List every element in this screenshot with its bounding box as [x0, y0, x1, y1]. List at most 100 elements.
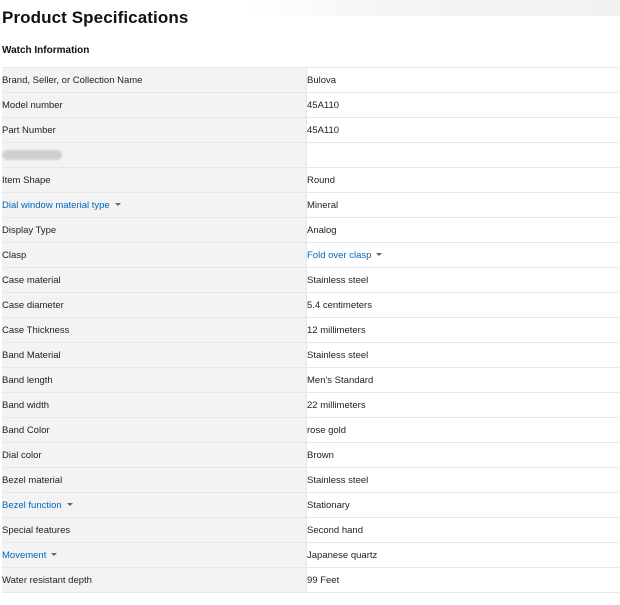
spec-label-cell: Band Material — [2, 342, 307, 368]
spec-value: Men's Standard — [307, 374, 374, 386]
spec-value: 5.4 centimeters — [307, 299, 372, 311]
spec-label-cell: Case Thickness — [2, 317, 307, 343]
spec-label: Case Thickness — [2, 324, 70, 336]
spec-label-cell — [2, 142, 307, 168]
top-gradient-strip — [250, 0, 620, 16]
spec-label-cell: Display Type — [2, 217, 307, 243]
spec-value: 45A110 — [307, 124, 340, 136]
spec-label: Dial color — [2, 449, 42, 461]
spec-label-cell: Dial window material type — [2, 192, 307, 218]
spec-value: Stationary — [307, 499, 350, 511]
spec-value-cell: 12 millimeters — [306, 317, 619, 343]
spec-label-cell: Band width — [2, 392, 307, 418]
spec-value: Second hand — [307, 524, 363, 536]
spec-value-cell: 5.4 centimeters — [306, 292, 619, 318]
spec-value-cell: Stainless steel — [306, 342, 619, 368]
spec-label-cell: Item Shape — [2, 167, 307, 193]
spec-label: Band Material — [2, 349, 61, 361]
spec-row: Part Number 45A110 — [2, 117, 619, 143]
spec-label: Case diameter — [2, 299, 64, 311]
spec-label-cell: Clasp — [2, 242, 307, 268]
spec-label-link[interactable]: Dial window material type — [2, 200, 110, 211]
spec-row: Item Shape Round — [2, 167, 619, 193]
spec-value-cell: Bulova — [306, 67, 619, 93]
spec-value-link[interactable]: Fold over clasp — [307, 250, 371, 261]
spec-value-cell: Men's Standard — [306, 367, 619, 393]
spec-label-link[interactable]: Bezel function — [2, 500, 62, 511]
spec-row: Band length Men's Standard — [2, 367, 619, 393]
spec-label: Band Color — [2, 424, 50, 436]
spec-label-cell: Band Color — [2, 417, 307, 443]
spec-value-cell: Analog — [306, 217, 619, 243]
spec-label: Part Number — [2, 124, 56, 136]
spec-label-cell: Case material — [2, 267, 307, 293]
spec-value: Analog — [307, 224, 337, 236]
spec-value-cell: Second hand — [306, 517, 619, 543]
redacted-label — [2, 149, 62, 160]
specs-table: Brand, Seller, or Collection Name Bulova M… — [2, 67, 619, 593]
spec-label-cell: Dial color — [2, 442, 307, 468]
caret-down-icon[interactable] — [114, 203, 121, 207]
spec-label-cell: Part Number — [2, 117, 307, 143]
spec-label-cell: Brand, Seller, or Collection Name — [2, 67, 307, 93]
caret-down-icon[interactable] — [376, 253, 383, 257]
spec-row: Dial color Brown — [2, 442, 619, 468]
spec-label: Model number — [2, 99, 63, 111]
spec-row: Bezel function Stationary — [2, 492, 619, 518]
spec-row: Display Type Analog — [2, 217, 619, 243]
spec-value: 12 millimeters — [307, 324, 366, 336]
section-title: Watch Information — [2, 45, 90, 56]
caret-down-icon[interactable] — [51, 553, 58, 557]
spec-label: Clasp — [2, 249, 27, 261]
spec-value: Mineral — [307, 199, 339, 211]
spec-value-cell: 45A110 — [306, 92, 619, 118]
spec-value: Bulova — [307, 74, 337, 86]
spec-row: Bezel material Stainless steel — [2, 467, 619, 493]
spec-value-cell: Fold over clasp — [306, 242, 619, 268]
spec-value-cell: Stainless steel — [306, 267, 619, 293]
spec-value: rose gold — [307, 424, 347, 436]
spec-label: Water resistant depth — [2, 574, 92, 586]
spec-label: Display Type — [2, 224, 57, 236]
spec-label: Band length — [2, 374, 53, 386]
spec-value: 45A110 — [307, 99, 340, 111]
spec-label-cell: Model number — [2, 92, 307, 118]
spec-label: Band width — [2, 399, 50, 411]
spec-row — [2, 142, 619, 168]
spec-value-cell — [306, 142, 619, 168]
spec-value: Stainless steel — [307, 274, 369, 286]
spec-row: Dial window material type Mineral — [2, 192, 619, 218]
spec-row: Band width 22 millimeters — [2, 392, 619, 418]
spec-row: Special features Second hand — [2, 517, 619, 543]
spec-label: Case material — [2, 274, 61, 286]
spec-value-cell: 22 millimeters — [306, 392, 619, 418]
spec-label-cell: Movement — [2, 542, 307, 568]
spec-label-cell: Special features — [2, 517, 307, 543]
spec-label-cell: Bezel function — [2, 492, 307, 518]
spec-value: 22 millimeters — [307, 399, 366, 411]
spec-label-cell: Band length — [2, 367, 307, 393]
spec-value-cell: 45A110 — [306, 117, 619, 143]
spec-value-cell: Japanese quartz — [306, 542, 619, 568]
spec-value-cell: Round — [306, 167, 619, 193]
spec-value-cell: 99 Feet — [306, 567, 619, 593]
spec-row: Model number 45A110 — [2, 92, 619, 118]
spec-row: Case diameter 5.4 centimeters — [2, 292, 619, 318]
spec-label: Special features — [2, 524, 71, 536]
spec-row: Brand, Seller, or Collection Name Bulova — [2, 67, 619, 93]
spec-value-cell: Brown — [306, 442, 619, 468]
spec-row: Clasp Fold over clasp — [2, 242, 619, 268]
specs-table-body: Brand, Seller, or Collection Name Bulova M… — [2, 67, 619, 593]
spec-row: Case Thickness 12 millimeters — [2, 317, 619, 343]
spec-row: Band Material Stainless steel — [2, 342, 619, 368]
spec-value-cell: Stationary — [306, 492, 619, 518]
spec-row: Band Color rose gold — [2, 417, 619, 443]
spec-value: Stainless steel — [307, 474, 369, 486]
spec-label-cell: Water resistant depth — [2, 567, 307, 593]
page-title: Product Specifications — [2, 8, 189, 27]
spec-label: Item Shape — [2, 174, 51, 186]
caret-down-icon[interactable] — [66, 503, 73, 507]
spec-label-link[interactable]: Movement — [2, 550, 46, 561]
spec-row: Movement Japanese quartz — [2, 542, 619, 568]
spec-label: Bezel material — [2, 474, 63, 486]
